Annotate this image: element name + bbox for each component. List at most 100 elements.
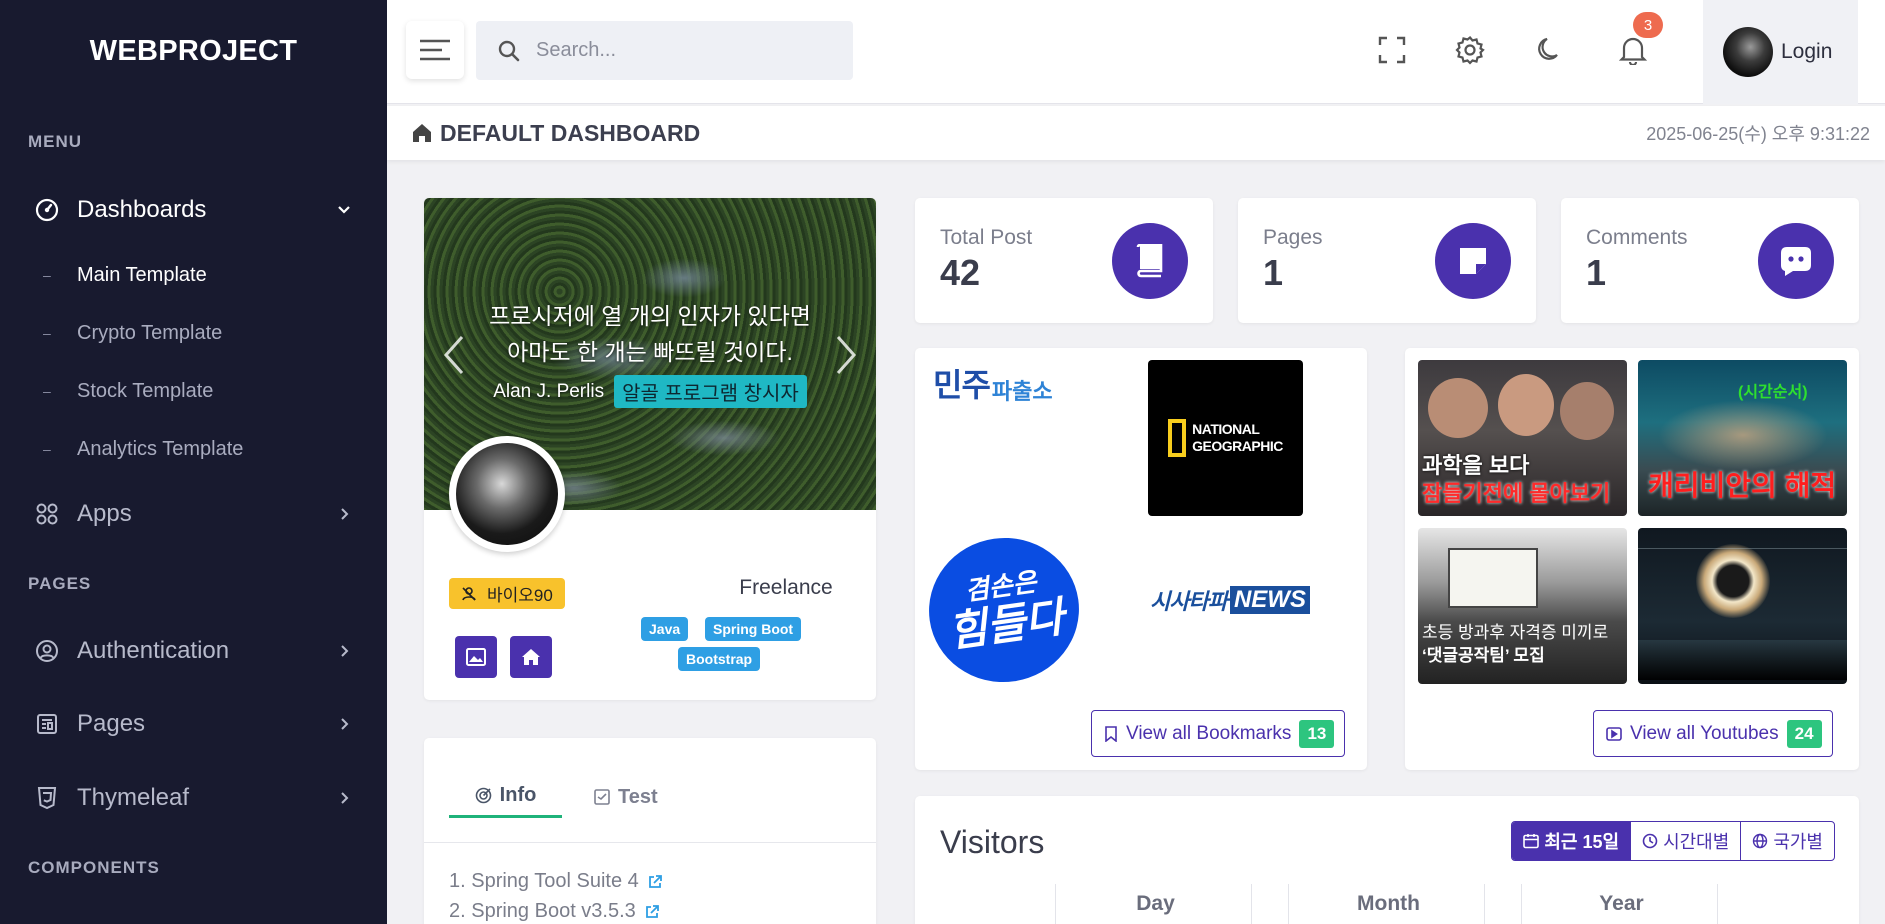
notification-count-badge: 3 [1633, 12, 1663, 38]
thumb-crowd [1658, 400, 1828, 470]
external-link-icon [648, 874, 662, 888]
fullscreen-button[interactable] [1376, 34, 1408, 66]
info-link-text: 1. Spring Tool Suite 4 [449, 870, 639, 892]
sidebar-subitem-main[interactable]: Main Template [0, 255, 387, 295]
thumb-caption: 잠들기전에 몰아보기 [1422, 481, 1611, 506]
sidebar-subitem-stock[interactable]: Stock Template [0, 371, 387, 411]
sidebar-subitem-analytics[interactable]: Analytics Template [0, 429, 387, 469]
stat-label: Total Post [940, 226, 1033, 249]
segment-label: 시간대별 [1663, 832, 1730, 852]
dashboard-icon [33, 196, 61, 224]
stat-value: 1 [1586, 252, 1607, 293]
page-title-text: DEFAULT DASHBOARD [440, 119, 701, 146]
bookmarks-card: 민주 파출소 NATIONAL GEOGRAPHIC 겸손은 힘들다 시사타파 … [915, 348, 1367, 770]
quote-line-2: 아마도 한 개는 빠뜨릴 것이다. [507, 339, 793, 365]
info-link-2[interactable]: 2. Spring Boot v3.5.3 [449, 900, 660, 923]
moon-icon [1538, 37, 1558, 60]
stat-card-comments: Comments 1 [1561, 198, 1859, 323]
stat-card-total-post: Total Post 42 [915, 198, 1213, 323]
column-header-month[interactable]: Month [1290, 884, 1487, 924]
login-label: Login [1781, 40, 1833, 63]
bookmark-logo-text: NEWS [1229, 586, 1310, 614]
youtube-thumbnail[interactable] [1638, 528, 1847, 684]
hamburger-icon [420, 39, 450, 61]
thumb-caption: 초등 방과후 자격증 미끼로 [1422, 623, 1609, 642]
segment-hourly[interactable]: 시간대별 [1630, 822, 1740, 860]
search-icon [498, 40, 520, 61]
apps-icon [33, 500, 61, 528]
bookmark-logo-text: 민주 [933, 367, 991, 403]
settings-button[interactable] [1454, 34, 1486, 66]
column-divider [1484, 884, 1485, 924]
globe-icon [1753, 833, 1768, 849]
menu-section-title: MENU [28, 132, 83, 151]
topbar: 3 Login [387, 0, 1885, 104]
view-all-label: View all Bookmarks [1126, 722, 1292, 744]
column-header-year[interactable]: Year [1523, 884, 1720, 924]
segment-recent-15-days[interactable]: 최근 15일 [1512, 822, 1631, 860]
brand-logo[interactable]: WEBPROJECT [0, 0, 387, 102]
youtube-thumbnail[interactable]: (시간순서) 캐리비안의 해적 [1638, 360, 1847, 516]
bookmark-gyeomson[interactable]: 겸손은 힘들다 [919, 528, 1089, 692]
user-slash-icon [462, 586, 476, 601]
tab-divider [424, 842, 876, 843]
sticky-note-icon [1460, 248, 1486, 274]
stat-label: Comments [1586, 226, 1688, 249]
tab-test[interactable]: Test [594, 776, 658, 818]
carousel-prev-icon[interactable] [442, 335, 466, 375]
image-icon [466, 648, 486, 666]
checklist-icon [594, 789, 610, 805]
quote-author: Alan J. Perlis 알골 프로그램 창시자 [424, 375, 876, 408]
view-all-youtubes-button[interactable]: View all Youtubes 24 [1593, 710, 1833, 757]
visitors-card: Visitors 최근 15일 시간대별 국가별 Day Month Year [915, 796, 1859, 924]
notifications-button[interactable] [1617, 34, 1649, 66]
menu-toggle-button[interactable] [406, 21, 464, 79]
column-header-day[interactable]: Day [1057, 884, 1254, 924]
view-all-label: View all Youtubes [1630, 722, 1779, 744]
dark-mode-button[interactable] [1533, 34, 1565, 66]
tab-info[interactable]: Info [449, 776, 562, 818]
sidebar-item-dashboards[interactable]: Dashboards [0, 185, 387, 235]
thumb-light-ring [1696, 544, 1770, 618]
bookmark-logo-text: 힘들다 [945, 593, 1067, 656]
chevron-right-icon [341, 718, 349, 730]
natgeo-wordmark: NATIONAL GEOGRAPHIC [1192, 421, 1283, 455]
user-menu[interactable]: Login [1703, 0, 1858, 104]
profile-image-button[interactable] [455, 636, 497, 678]
youtube-thumbnail[interactable]: 초등 방과후 자격증 미끼로 ‘댓글공작팀’ 모집 [1418, 528, 1627, 684]
page-title-bar: DEFAULT DASHBOARD 2025-06-25(수) 오후 9:31:… [387, 106, 1885, 160]
book-icon [1136, 244, 1163, 278]
current-datetime: 2025-06-25(수) 오후 9:31:22 [1646, 124, 1870, 144]
bookmark-logo-text: 시사타파 [1150, 589, 1228, 614]
chevron-down-icon [338, 206, 350, 214]
thumb-person [1560, 382, 1614, 440]
sidebar-item-authentication[interactable]: Authentication [0, 626, 387, 676]
sidebar-subitem-crypto[interactable]: Crypto Template [0, 313, 387, 353]
info-card: Info Test 1. Spring Tool Suite 4 2. Spri… [424, 738, 876, 924]
bookmark-minju[interactable]: 민주 파출소 [933, 362, 1053, 406]
visitors-title: Visitors [940, 824, 1045, 860]
search-input[interactable] [536, 39, 836, 62]
view-all-bookmarks-button[interactable]: View all Bookmarks 13 [1091, 710, 1346, 757]
column-divider [1521, 884, 1522, 924]
sidebar-item-thymeleaf[interactable]: Thymeleaf [0, 773, 387, 823]
segment-country[interactable]: 국가별 [1740, 822, 1834, 860]
bookmark-sisatapa[interactable]: 시사타파 NEWS [1150, 584, 1310, 616]
sidebar-item-apps[interactable]: Apps [0, 489, 387, 539]
bookmark-national-geographic[interactable]: NATIONAL GEOGRAPHIC [1148, 360, 1303, 516]
info-link-1[interactable]: 1. Spring Tool Suite 4 [449, 870, 663, 893]
sidebar-item-pages[interactable]: Pages [0, 699, 387, 749]
user-tag-label: 바이오90 [487, 586, 553, 605]
quote-line-1: 프로시저에 열 개의 인자가 있다면 [489, 303, 811, 329]
fullscreen-icon [1378, 36, 1406, 64]
bookmark-logo-text: NATIONAL [1192, 421, 1260, 437]
natgeo-frame-icon [1168, 419, 1187, 457]
youtube-thumbnail[interactable]: 과학을 보다 잠들기전에 몰아보기 [1418, 360, 1627, 516]
bookmark-icon [1105, 725, 1117, 742]
thumb-tag: (시간순서) [1738, 384, 1808, 401]
carousel-next-icon[interactable] [834, 335, 858, 375]
stat-icon-circle [1112, 223, 1188, 299]
profile-home-button[interactable] [510, 636, 552, 678]
gear-icon [1455, 35, 1485, 65]
clock-icon [1642, 833, 1658, 849]
